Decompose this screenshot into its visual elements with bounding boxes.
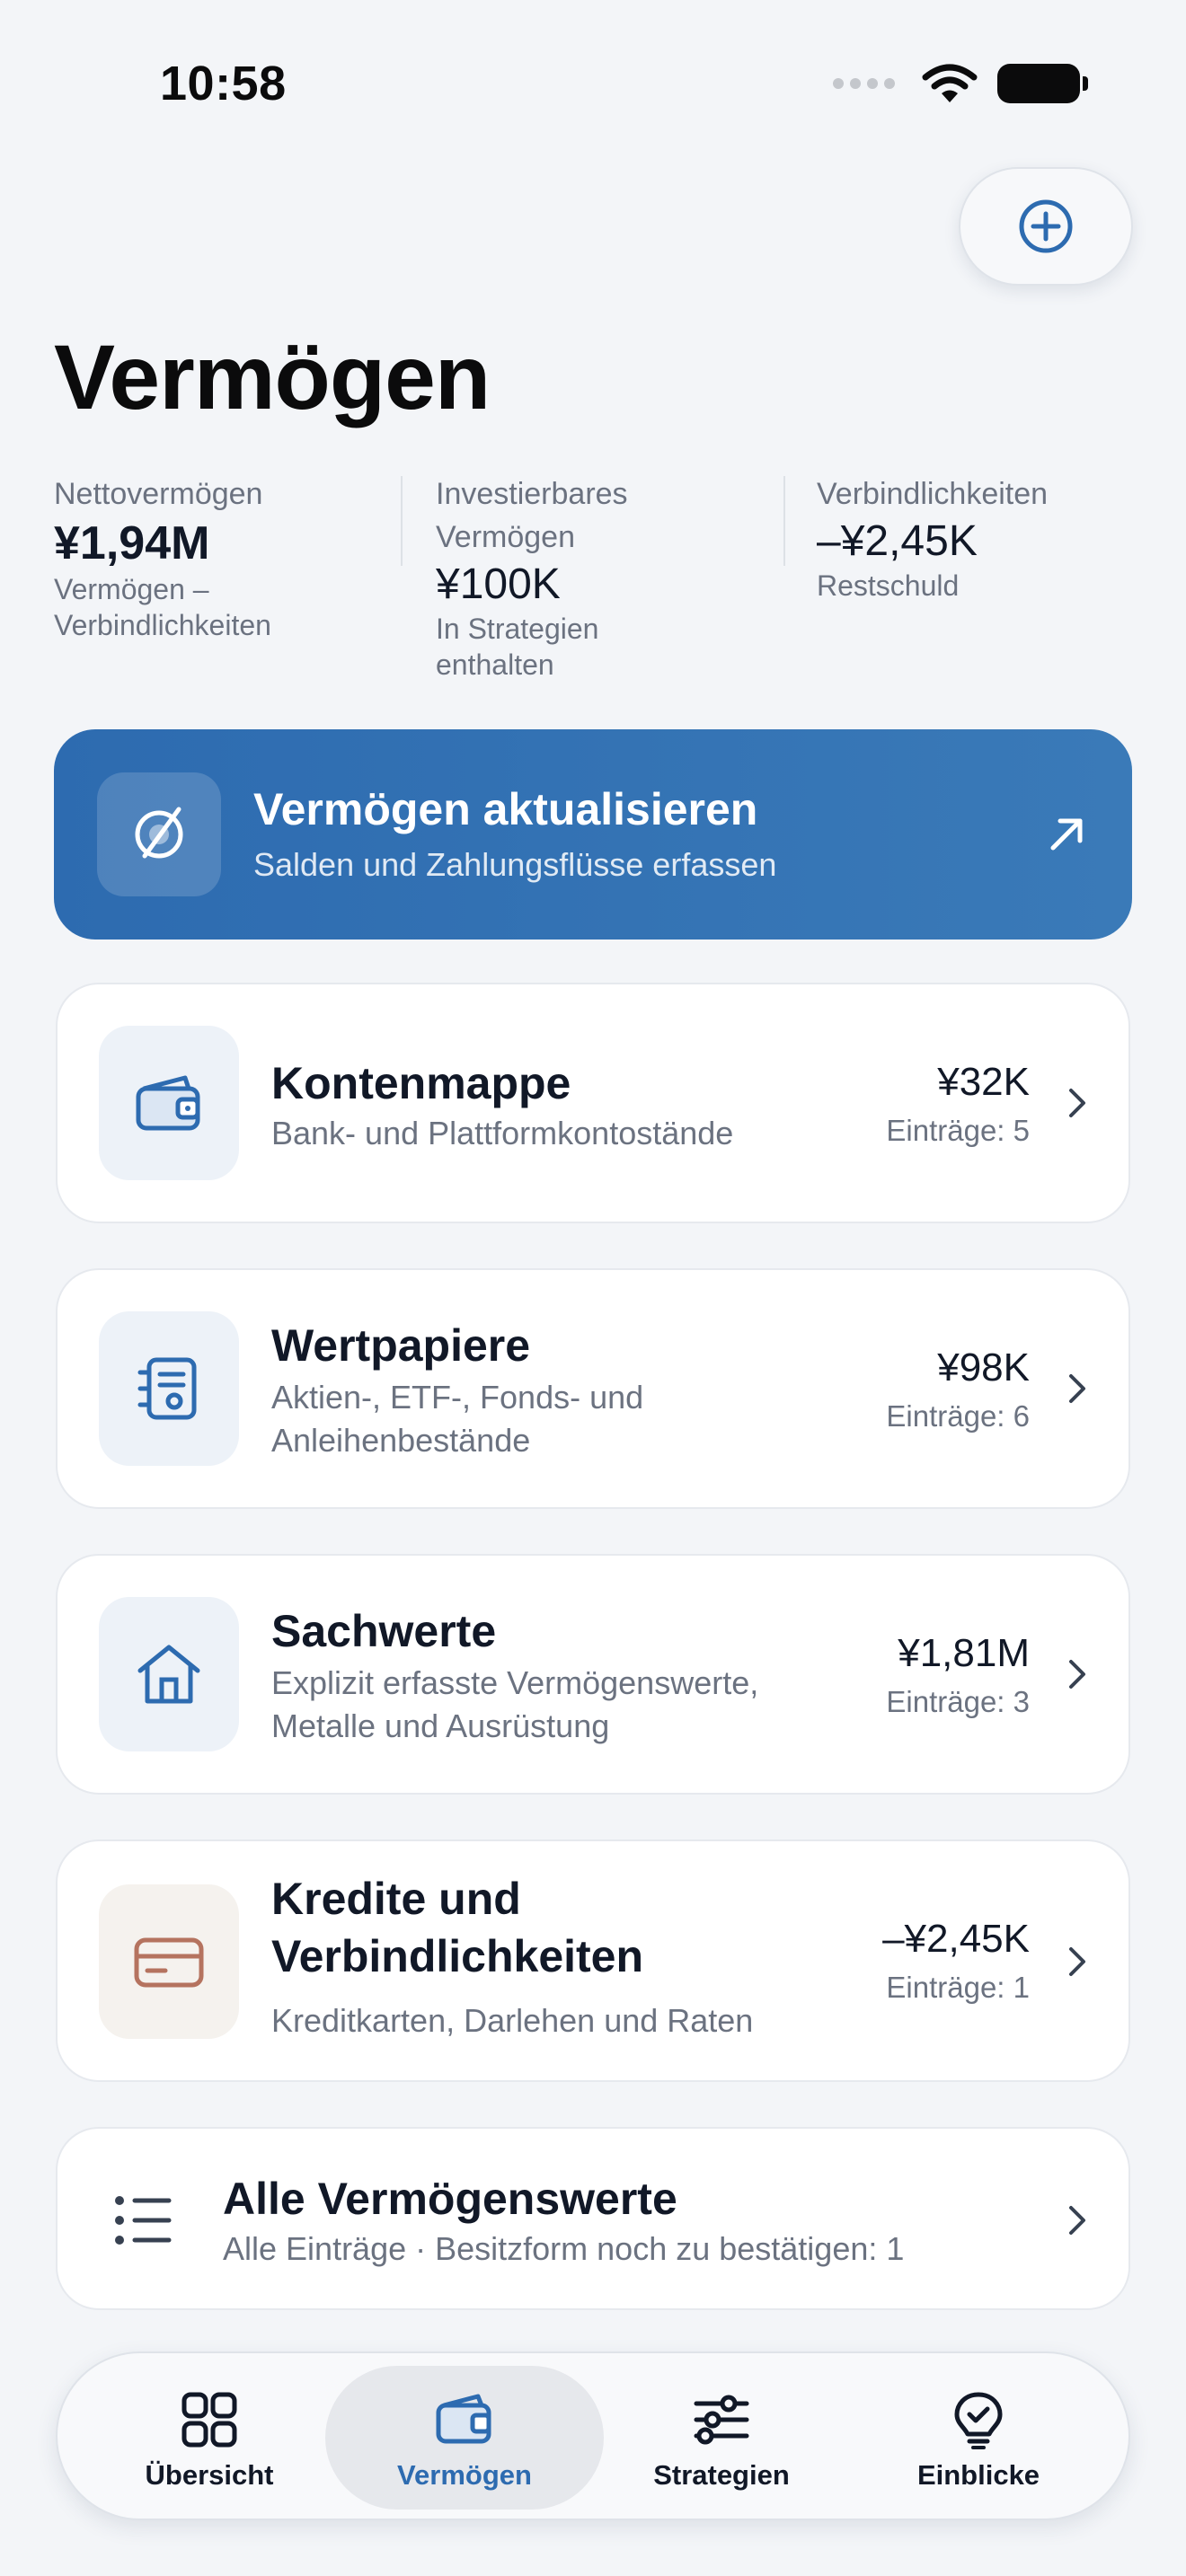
card-count: Einträge: 1 — [886, 1971, 1030, 2004]
card-subtitle: Explizit erfasste Vermögenswerte, Metall… — [271, 1664, 759, 1744]
chevron-right-icon — [1069, 1660, 1085, 1689]
stat-divider — [401, 476, 403, 566]
list-icon — [115, 2196, 172, 2245]
stat-liabilities: Verbindlichkeiten –¥2,45K Restschuld — [817, 472, 1167, 604]
tab-label: Strategien — [653, 2459, 790, 2491]
banner-subtitle: Salden und Zahlungsflüsse erfassen — [253, 846, 777, 883]
wallet-icon — [436, 2394, 491, 2444]
wifi-icon — [922, 64, 978, 102]
refresh-orbit-icon — [97, 772, 221, 896]
notebook-icon — [99, 1311, 239, 1466]
stat-label: Verbindlichkeiten — [817, 477, 1049, 511]
cellular-signal-icon — [833, 78, 895, 89]
arrow-up-right-icon — [1050, 818, 1083, 851]
credit-card-icon — [99, 1884, 239, 2039]
card-amount: ¥32K — [937, 1060, 1030, 1104]
sliders-icon — [694, 2395, 749, 2445]
all-assets-row[interactable]: Alle Vermögenswerte Alle Einträge · Besi… — [56, 2127, 1130, 2310]
card-amount: ¥1,81M — [898, 1631, 1030, 1675]
card-subtitle: Bank- und Plattformkontostände — [271, 1115, 734, 1151]
chevron-right-icon — [1069, 1374, 1085, 1403]
chevron-right-icon — [1069, 2206, 1085, 2235]
card-title: Sachwerte — [271, 1606, 497, 1656]
house-icon — [99, 1597, 239, 1751]
card-count: Einträge: 6 — [886, 1399, 1030, 1433]
tab-assets[interactable]: Vermögen — [325, 2366, 604, 2510]
stat-investable: Investierbares Vermögen ¥100K In Strateg… — [436, 472, 786, 683]
stat-sub: Restschuld — [817, 569, 960, 602]
stat-label: Investierbares Vermögen — [436, 477, 628, 554]
chevron-right-icon — [1069, 1089, 1085, 1117]
card-amount: –¥2,45K — [882, 1917, 1030, 1961]
category-card-accounts[interactable]: Kontenmappe Bank- und Plattformkontostän… — [56, 983, 1130, 1223]
banner-title: Vermögen aktualisieren — [253, 784, 758, 834]
card-count: Einträge: 5 — [886, 1114, 1030, 1147]
tab-overview[interactable]: Übersicht — [70, 2366, 349, 2510]
card-subtitle: Kreditkarten, Darlehen und Raten — [271, 2002, 754, 2039]
status-time: 10:58 — [160, 57, 287, 110]
all-assets-subtitle: Alle Einträge · Besitzform noch zu bestä… — [223, 2230, 905, 2267]
stat-sub: In Strategien enthalten — [436, 613, 599, 681]
tab-label: Einblicke — [916, 2459, 1040, 2491]
tab-insights[interactable]: Einblicke — [839, 2366, 1118, 2510]
card-title: Kredite und Verbindlichkeiten — [271, 1874, 644, 1981]
add-button[interactable] — [959, 167, 1133, 286]
chevron-right-icon — [1069, 1947, 1085, 1976]
category-card-securities[interactable]: Wertpapiere Aktien-, ETF-, Fonds- und An… — [56, 1268, 1130, 1509]
category-card-liabilities[interactable]: Kredite und Verbindlichkeiten Kreditkart… — [56, 1839, 1130, 2082]
wallet-icon — [99, 1026, 239, 1180]
page-title: Vermögen — [54, 326, 491, 428]
stat-divider — [783, 476, 785, 566]
lightbulb-icon — [954, 2392, 1003, 2449]
tab-bar: Übersicht Vermögen Strategien Einblicke — [56, 2351, 1130, 2520]
plus-circle-icon — [1019, 199, 1073, 253]
card-title: Kontenmappe — [271, 1058, 571, 1108]
stat-value: –¥2,45K — [817, 517, 978, 565]
card-title: Wertpapiere — [271, 1320, 531, 1371]
battery-icon — [997, 64, 1088, 103]
all-assets-title: Alle Vermögenswerte — [223, 2174, 677, 2224]
grid-icon — [181, 2392, 237, 2448]
stat-value: ¥1,94M — [54, 517, 210, 569]
summary-stats: Nettovermögen ¥1,94M Vermögen – Verbindl… — [54, 472, 1132, 688]
tab-label: Übersicht — [145, 2459, 274, 2491]
category-card-tangible-assets[interactable]: Sachwerte Explizit erfasste Vermögenswer… — [56, 1554, 1130, 1795]
stat-net-worth: Nettovermögen ¥1,94M Vermögen – Verbindl… — [54, 472, 404, 643]
stat-value: ¥100K — [436, 560, 561, 608]
stat-sub: Vermögen – Verbindlichkeiten — [54, 573, 271, 641]
update-assets-banner[interactable]: Vermögen aktualisieren Salden und Zahlun… — [54, 729, 1132, 940]
tab-strategies[interactable]: Strategien — [582, 2366, 861, 2510]
card-count: Einträge: 3 — [886, 1685, 1030, 1718]
status-icons — [833, 63, 1088, 104]
tab-label: Vermögen — [397, 2459, 532, 2491]
card-amount: ¥98K — [937, 1345, 1030, 1389]
card-subtitle: Aktien-, ETF-, Fonds- und Anleihenbestän… — [271, 1379, 644, 1459]
stat-label: Nettovermögen — [54, 477, 263, 511]
